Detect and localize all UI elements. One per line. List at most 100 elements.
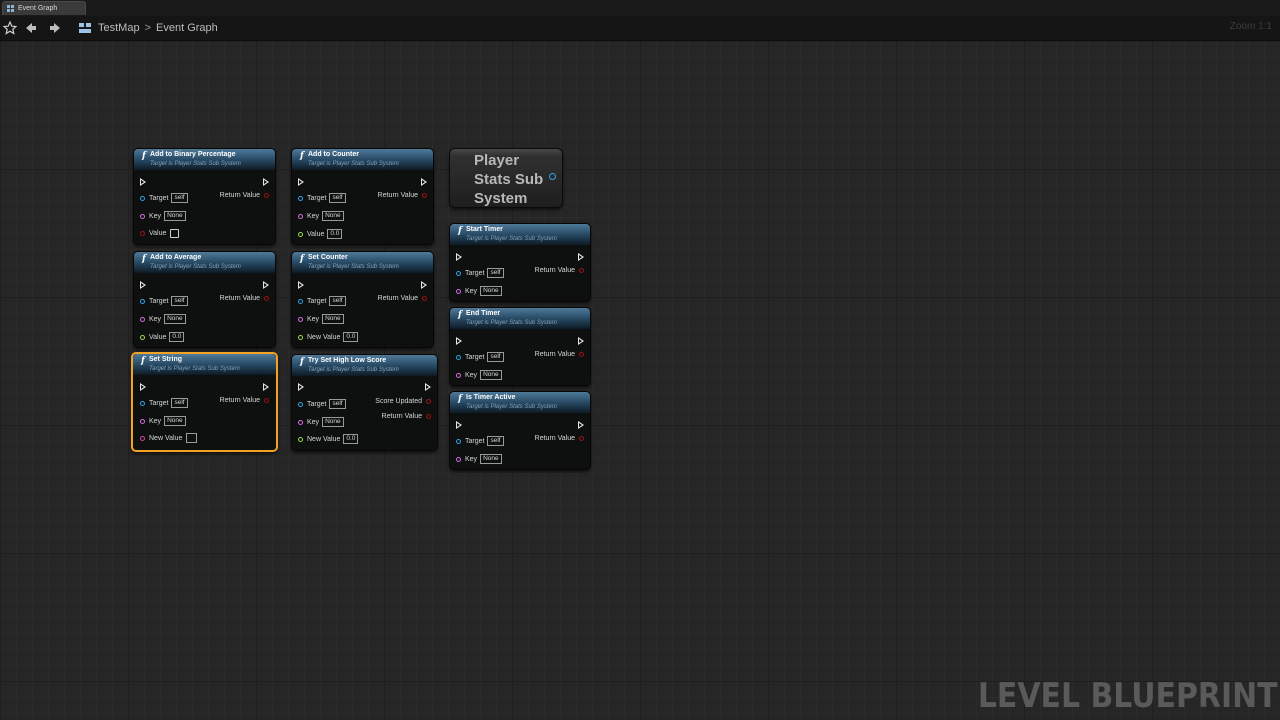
bool-pin[interactable] (264, 296, 269, 301)
exec-in-pin[interactable] (298, 281, 304, 289)
object-pin[interactable] (456, 270, 461, 276)
name-pin[interactable] (140, 316, 145, 322)
tab-strip: Event Graph (0, 0, 1280, 17)
target-value[interactable]: self (171, 398, 188, 408)
exec-in-pin[interactable] (456, 337, 462, 345)
key-value[interactable]: None (480, 370, 502, 380)
bool-pin[interactable] (264, 398, 269, 403)
value-field[interactable]: 0.0 (327, 229, 343, 239)
exec-out-pin[interactable] (421, 281, 427, 289)
exec-out-pin[interactable] (263, 281, 269, 289)
target-value[interactable]: self (487, 268, 504, 278)
key-value[interactable]: None (480, 286, 502, 296)
exec-in-pin[interactable] (298, 178, 304, 186)
key-value[interactable]: None (322, 314, 344, 324)
target-value[interactable]: self (329, 399, 346, 409)
node-start-timer[interactable]: f Start Timer Target is Player Stats Sub… (449, 223, 591, 302)
object-output-pin[interactable] (549, 173, 556, 180)
pin-label: Return Value (534, 351, 575, 358)
bool-pin[interactable] (579, 268, 584, 273)
bool-pin[interactable] (579, 352, 584, 357)
exec-out-pin[interactable] (421, 178, 427, 186)
exec-in-pin[interactable] (140, 178, 146, 186)
object-pin[interactable] (298, 298, 303, 304)
node-set-string[interactable]: f Set String Target is Player Stats Sub … (131, 352, 278, 452)
exec-in-pin[interactable] (456, 421, 462, 429)
node-add-to-counter[interactable]: f Add to Counter Target is Player Stats … (291, 148, 434, 245)
key-value[interactable]: None (322, 211, 344, 221)
exec-in-pin[interactable] (140, 383, 146, 391)
bool-pin[interactable] (579, 436, 584, 441)
name-pin[interactable] (140, 418, 145, 424)
node-is-timer-active[interactable]: f Is Timer Active Target is Player Stats… (449, 391, 591, 470)
node-end-timer[interactable]: f End Timer Target is Player Stats Sub S… (449, 307, 591, 386)
bool-pin[interactable] (426, 399, 431, 404)
key-value[interactable]: None (322, 417, 344, 427)
return-pin-row: Return Value (378, 192, 427, 199)
object-pin[interactable] (140, 195, 145, 201)
exec-in-pin[interactable] (298, 383, 304, 391)
object-pin[interactable] (456, 438, 461, 444)
return-pin-row: Return Value (220, 192, 269, 199)
name-pin[interactable] (298, 213, 303, 219)
float-pin[interactable] (140, 334, 145, 340)
tab-event-graph[interactable]: Event Graph (2, 1, 86, 15)
bool-pin[interactable] (264, 193, 269, 198)
value-checkbox[interactable] (170, 229, 180, 238)
exec-out-pin[interactable] (425, 383, 431, 391)
exec-out-pin[interactable] (578, 337, 584, 345)
target-value[interactable]: self (487, 352, 504, 362)
string-input[interactable] (186, 433, 198, 443)
string-pin[interactable] (140, 435, 145, 441)
exec-out-pin[interactable] (263, 178, 269, 186)
graph-canvas[interactable]: f Add to Binary Percentage Target is Pla… (0, 41, 1280, 720)
target-value[interactable]: self (329, 193, 346, 203)
name-pin[interactable] (298, 316, 303, 322)
breadcrumb-item-map[interactable]: TestMap (98, 22, 140, 34)
float-pin[interactable] (298, 334, 303, 340)
node-set-counter[interactable]: f Set Counter Target is Player Stats Sub… (291, 251, 434, 348)
breadcrumb-item-graph[interactable]: Event Graph (156, 22, 218, 34)
object-pin[interactable] (298, 401, 303, 407)
name-pin[interactable] (456, 288, 461, 294)
target-value[interactable]: self (329, 296, 346, 306)
node-add-to-binary-percentage[interactable]: f Add to Binary Percentage Target is Pla… (133, 148, 276, 245)
object-pin[interactable] (298, 195, 303, 201)
exec-out-pin[interactable] (578, 421, 584, 429)
float-pin[interactable] (298, 231, 303, 237)
object-pin[interactable] (140, 298, 145, 304)
name-pin[interactable] (298, 419, 303, 425)
bool-pin[interactable] (426, 414, 431, 419)
variable-label: Player Stats Sub System (474, 152, 544, 207)
object-pin[interactable] (140, 400, 145, 406)
bool-pin[interactable] (422, 193, 427, 198)
exec-out-pin[interactable] (263, 383, 269, 391)
name-pin[interactable] (456, 456, 461, 462)
value-field[interactable]: 0.0 (343, 434, 359, 444)
bool-pin[interactable] (422, 296, 427, 301)
return-pin-row: Return Value (220, 295, 269, 302)
exec-in-pin[interactable] (140, 281, 146, 289)
target-value[interactable]: self (171, 193, 188, 203)
float-pin[interactable] (298, 436, 303, 442)
value-field[interactable]: 0.0 (169, 332, 185, 342)
object-pin[interactable] (456, 354, 461, 360)
exec-in-pin[interactable] (456, 253, 462, 261)
target-value[interactable]: self (171, 296, 188, 306)
key-value[interactable]: None (164, 314, 186, 324)
back-arrow-icon[interactable] (24, 21, 38, 35)
key-value[interactable]: None (164, 211, 186, 221)
forward-arrow-icon[interactable] (48, 21, 62, 35)
key-value[interactable]: None (480, 454, 502, 464)
variable-node-player-stats-subsystem[interactable]: Player Stats Sub System (449, 148, 563, 208)
node-add-to-average[interactable]: f Add to Average Target is Player Stats … (133, 251, 276, 348)
star-icon[interactable] (3, 21, 17, 35)
node-try-set-high-low-score[interactable]: f Try Set High Low Score Target is Playe… (291, 354, 438, 451)
exec-out-pin[interactable] (578, 253, 584, 261)
target-value[interactable]: self (487, 436, 504, 446)
key-value[interactable]: None (164, 416, 186, 426)
name-pin[interactable] (140, 213, 145, 219)
bool-pin[interactable] (140, 231, 145, 236)
name-pin[interactable] (456, 372, 461, 378)
value-field[interactable]: 0.0 (343, 332, 359, 342)
